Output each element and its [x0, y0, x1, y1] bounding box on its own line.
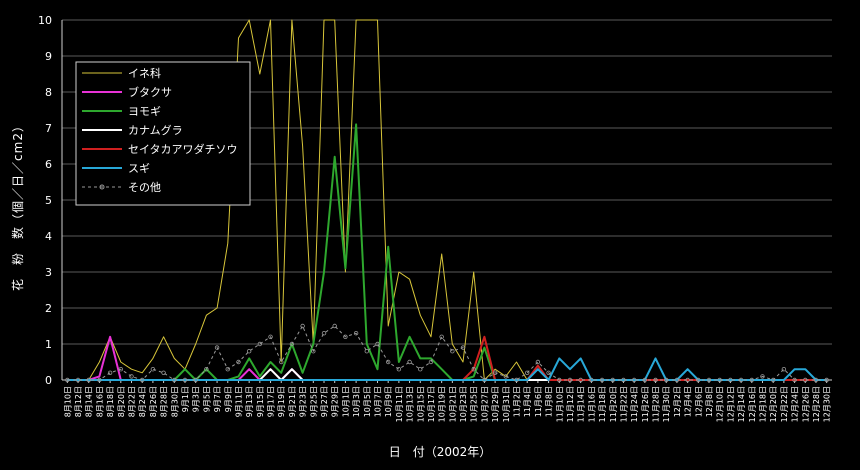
- x-tick-label: 8月12日: [74, 386, 83, 417]
- x-tick-label: 11月4日: [523, 386, 532, 417]
- x-tick-label: 12月26日: [801, 386, 810, 422]
- x-tick-label: 12月16日: [748, 386, 757, 422]
- x-tick-label: 9月11日: [234, 386, 243, 417]
- x-tick-label: 9月17日: [267, 386, 276, 417]
- y-tick-label: 8: [45, 86, 52, 99]
- y-tick-label: 4: [45, 230, 52, 243]
- x-tick-label: 10月31日: [502, 386, 511, 422]
- y-tick-label: 1: [45, 338, 52, 351]
- x-tick-label: 12月6日: [694, 386, 703, 417]
- x-tick-label: 9月19日: [277, 386, 286, 417]
- x-tick-label: 10月23日: [459, 386, 468, 422]
- legend: イネ科ブタクサヨモギカナムグラセイタカアワダチソウスギその他: [75, 61, 251, 206]
- x-tick-label: 9月1日: [181, 386, 190, 412]
- x-tick-label: 12月28日: [812, 386, 821, 422]
- x-tick-label: 11月12日: [566, 386, 575, 422]
- x-tick-label: 9月23日: [299, 386, 308, 417]
- x-tick-label: 11月14日: [577, 386, 586, 422]
- x-tick-label: 8月22日: [128, 386, 137, 417]
- x-tick-label: 12月4日: [684, 386, 693, 417]
- x-tick-label: 8月28日: [160, 386, 169, 417]
- x-tick-label: 10月1日: [341, 386, 350, 417]
- x-tick-label: 12月20日: [769, 386, 778, 422]
- x-tick-label: 10月13日: [406, 386, 415, 422]
- x-tick-label: 10月27日: [480, 386, 489, 422]
- x-tick-label: 12月2日: [673, 386, 682, 417]
- y-tick-label: 2: [45, 302, 52, 315]
- x-tick-label: 11月8日: [545, 386, 554, 417]
- y-tick-label: 6: [45, 158, 52, 171]
- legend-label: セイタカアワダチソウ: [128, 142, 238, 156]
- x-tick-label: 8月10日: [63, 386, 72, 417]
- x-tick-label: 11月28日: [652, 386, 661, 422]
- x-tick-label: 11月26日: [641, 386, 650, 422]
- x-tick-label: 10月15日: [416, 386, 425, 422]
- x-tick-label: 11月20日: [609, 386, 618, 422]
- x-tick-label: 10月9日: [384, 386, 393, 417]
- x-tick-label: 12月22日: [780, 386, 789, 422]
- x-tick-label: 9月9日: [224, 386, 233, 412]
- x-tick-label: 8月30日: [170, 386, 179, 417]
- x-tick-label: 12月30日: [823, 386, 832, 422]
- legend-label: スギ: [128, 162, 150, 175]
- x-tick-label: 11月6日: [534, 386, 543, 417]
- x-tick-label: 9月21日: [288, 386, 297, 417]
- x-tick-label: 9月25日: [309, 386, 318, 417]
- x-tick-label: 10月7日: [373, 386, 382, 417]
- x-tick-label: 10月5日: [363, 386, 372, 417]
- x-tick-label: 12月18日: [758, 386, 767, 422]
- legend-label: その他: [128, 181, 161, 194]
- x-tick-label: 12月10日: [716, 386, 725, 422]
- x-tick-label: 12月8日: [705, 386, 714, 417]
- x-tick-label: 10月11日: [395, 386, 404, 422]
- y-tick-label: 3: [45, 266, 52, 279]
- x-tick-label: 8月18日: [106, 386, 115, 417]
- legend-label: カナムグラ: [128, 123, 183, 137]
- x-tick-label: 10月3日: [352, 386, 361, 417]
- pollen-count-chart: 012345678910 8月10日 8月12日 8月14日 8月16日 8月18日 8月…: [0, 0, 860, 470]
- x-tick-label: 11月22日: [619, 386, 628, 422]
- x-tick-label: 9月5日: [202, 386, 211, 412]
- x-tick-label: 11月2日: [513, 386, 522, 417]
- y-axis-label: 花 粉 数（個／日／cm2）: [10, 119, 25, 291]
- x-tick-label: 10月25日: [470, 386, 479, 422]
- x-tick-label: 10月19日: [438, 386, 447, 422]
- y-tick-label: 9: [45, 50, 52, 63]
- x-tick-label: 8月14日: [85, 386, 94, 417]
- x-tick-label: 9月3日: [192, 386, 201, 412]
- legend-label: ヨモギ: [128, 105, 161, 118]
- x-tick-label: 12月14日: [737, 386, 746, 422]
- x-tick-label: 8月16日: [95, 386, 104, 417]
- x-tick-label: 10月29日: [491, 386, 500, 422]
- x-tick-label: 9月7日: [213, 386, 222, 412]
- x-tick-label: 10月17日: [427, 386, 436, 422]
- x-tick-label: 11月16日: [587, 386, 596, 422]
- x-tick-label: 9月15日: [256, 386, 265, 417]
- x-tick-label: 11月30日: [662, 386, 671, 422]
- x-tick-label: 8月20日: [117, 386, 126, 417]
- x-tick-label: 11月24日: [630, 386, 639, 422]
- x-tick-label: 9月13日: [245, 386, 254, 417]
- x-tick-label: 8月26日: [149, 386, 158, 417]
- x-tick-label: 10月21日: [448, 386, 457, 422]
- y-tick-label: 10: [38, 14, 52, 27]
- x-tick-label: 9月27日: [320, 386, 329, 417]
- x-tick-label: 11月10日: [555, 386, 564, 422]
- x-tick-label: 12月12日: [726, 386, 735, 422]
- legend-label: イネ科: [128, 66, 161, 80]
- x-tick-label: 8月24日: [138, 386, 147, 417]
- y-tick-label: 5: [45, 194, 52, 207]
- x-tick-label: 9月29日: [331, 386, 340, 417]
- y-tick-label: 7: [45, 122, 52, 135]
- x-axis-label: 日 付（2002年）: [389, 445, 492, 459]
- x-tick-label: 12月24日: [791, 386, 800, 422]
- y-tick-label: 0: [45, 374, 52, 387]
- legend-label: ブタクサ: [128, 85, 172, 99]
- x-tick-label: 11月18日: [598, 386, 607, 422]
